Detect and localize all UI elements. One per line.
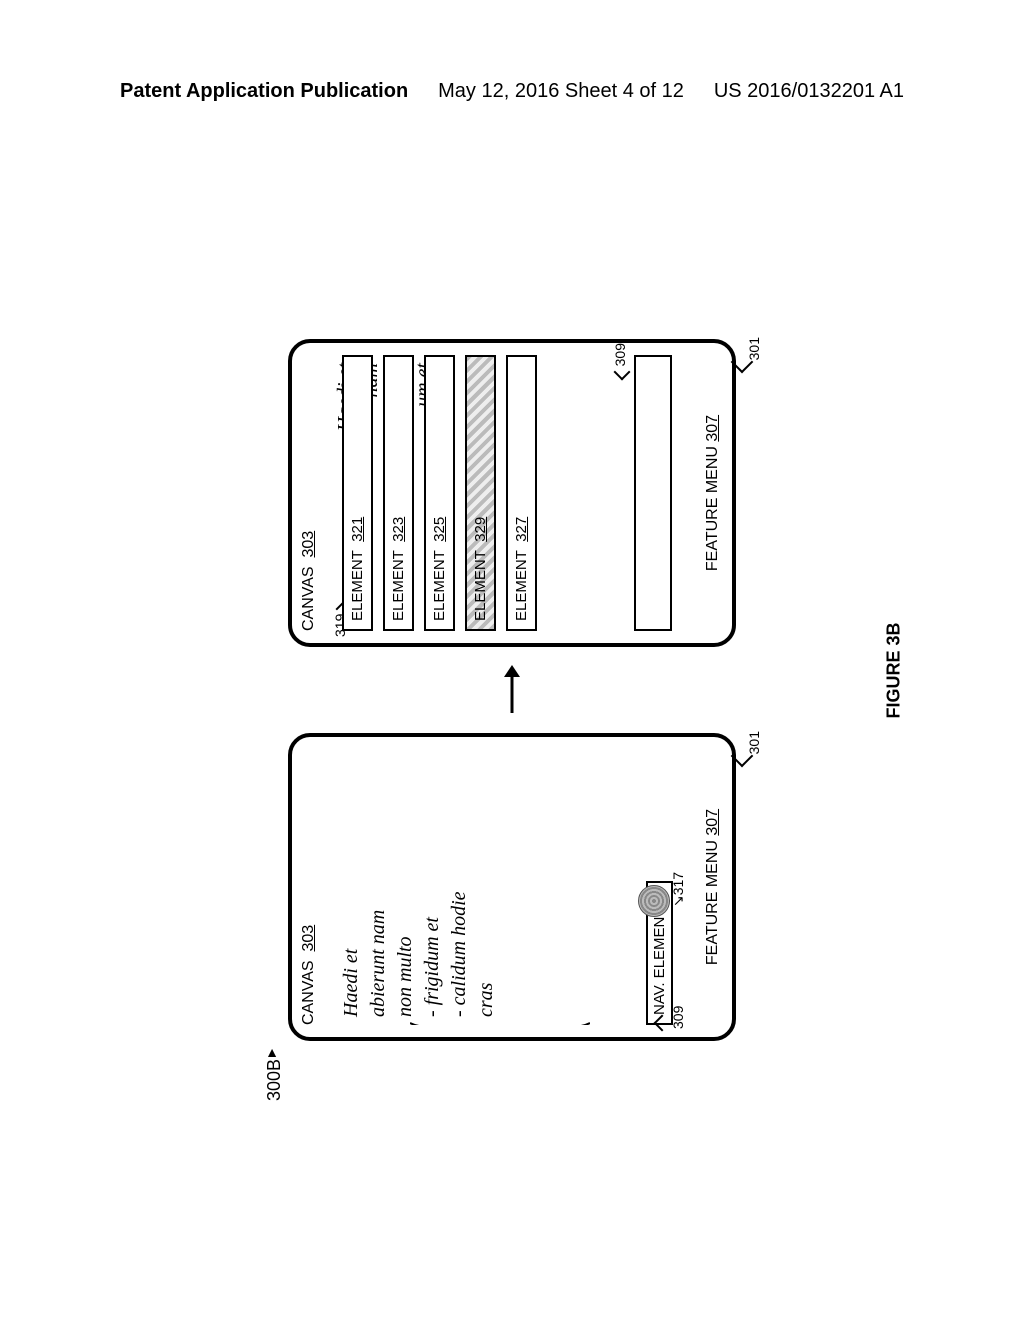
publication-label: Patent Application Publication — [120, 80, 408, 103]
arrow-icon — [499, 665, 525, 715]
device-left: CANVAS 303 305 Haedi et abierunt nam non… — [288, 733, 736, 1041]
canvas-label-left: CANVAS 303 — [300, 925, 318, 1025]
feature-menu-left[interactable]: FEATURE MENU 307 — [704, 737, 722, 1037]
device-right: CANVAS 303 319 Haedi et nam to um et um … — [288, 339, 736, 647]
canvas-text: Haedi et abierunt nam non multo - frigid… — [338, 749, 500, 1017]
ref-301-right: 301 — [746, 337, 762, 360]
canvas-label-right: CANVAS 303 — [300, 531, 318, 631]
element-321[interactable]: ELEMENT 321 — [342, 355, 373, 631]
nav-row: NAV. ELEMENT ↘317 — [646, 749, 686, 1025]
element-325[interactable]: ELEMENT 325 — [424, 355, 455, 631]
brace-icon — [410, 1019, 590, 1025]
figure-caption: FIGURE 3B — [883, 622, 904, 718]
ref-309-right: 309 — [612, 343, 628, 366]
element-329-selected[interactable]: ELEMENT 329 — [465, 355, 496, 631]
sheet-label: May 12, 2016 Sheet 4 of 12 — [438, 80, 684, 103]
touch-point-icon — [638, 885, 670, 917]
figure-3b: 300B▲ CANVAS 303 305 — [120, 300, 904, 1080]
element-327[interactable]: ELEMENT 327 — [506, 355, 537, 631]
nav-element-empty[interactable] — [634, 355, 672, 631]
element-list: Haedi et nam to um et um hodie ELEMENT 3… — [332, 355, 640, 631]
page-header: Patent Application Publication May 12, 2… — [0, 80, 1024, 103]
page: Patent Application Publication May 12, 2… — [0, 0, 1024, 1320]
figure-tag-300b: 300B▲ — [264, 1045, 285, 1101]
ref-301-left: 301 — [746, 731, 762, 754]
ref-317: ↘317 — [670, 872, 687, 907]
feature-menu-right[interactable]: FEATURE MENU 307 — [704, 343, 722, 643]
element-323[interactable]: ELEMENT 323 — [383, 355, 414, 631]
pub-number: US 2016/0132201 A1 — [714, 80, 904, 103]
ref-309-left: 309 — [670, 1006, 686, 1029]
